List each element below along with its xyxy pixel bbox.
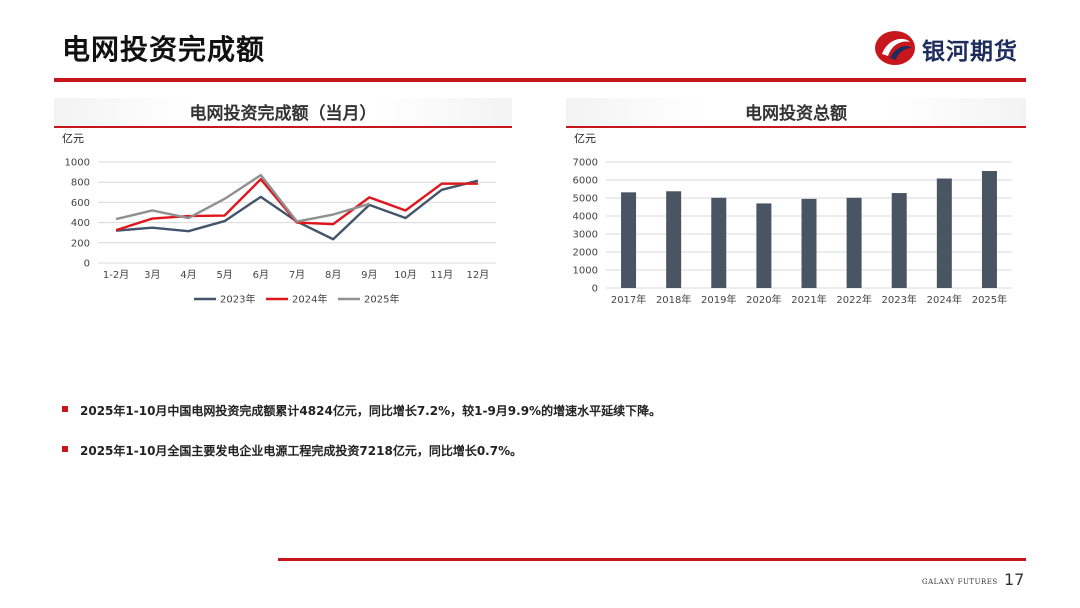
bullet-square-icon (62, 446, 68, 452)
total-grid-investment-bar-chart: 亿元 0 1000 2000 3000 4000 5000 6000 7000 2017年 201… (573, 132, 1012, 306)
bar-chart-x-tick-label: 2018年 (656, 293, 691, 306)
bar-chart-x-tick-label: 2023年 (881, 293, 916, 306)
legend-label: 2024年 (292, 293, 327, 306)
line-chart-x-tick-label: 6月 (253, 269, 269, 281)
bar-chart-y-tick-label: 1000 (573, 266, 598, 277)
bar-chart-x-tick-label: 2025年 (972, 293, 1007, 306)
line-chart-x-tick-label: 5月 (216, 269, 232, 281)
bar-chart-y-tick-label: 5000 (573, 194, 598, 205)
bar-chart-y-tick-label: 4000 (573, 212, 598, 223)
line-chart-y-tick-label: 400 (71, 218, 90, 229)
bar-chart-y-tick-label: 7000 (573, 158, 598, 169)
line-chart-x-tick-label: 10月 (394, 269, 417, 281)
bar-chart-y-tick-label: 3000 (573, 230, 598, 241)
bar-2018年 (666, 191, 682, 288)
bar-chart-x-tick-label: 2017年 (611, 293, 646, 306)
bar-chart-unit-label: 亿元 (574, 132, 596, 145)
legend-label: 2025年 (364, 293, 399, 306)
bar-2023年 (891, 193, 907, 288)
bar-2024年 (936, 178, 952, 288)
page-number: 17 (1004, 570, 1025, 589)
bar-chart-x-tick-label: 2020年 (746, 293, 781, 306)
company-logo: 银河期货 (874, 28, 1034, 68)
line-chart-x-tick-label: 11月 (430, 269, 453, 281)
bar-chart-x-tick-label: 2019年 (701, 293, 736, 306)
line-chart-x-tick-label: 1-2月 (103, 269, 129, 281)
bullet-square-icon (62, 406, 68, 412)
line-series-2023年 (115, 179, 479, 241)
bullet-item: 2025年1-10月中国电网投资完成额累计4824亿元，同比增长7.2%，较1-… (62, 402, 1022, 419)
line-chart-x-tick-label: 9月 (361, 269, 377, 281)
line-chart-x-tick-label: 3月 (144, 269, 160, 281)
bar-2020年 (756, 203, 772, 288)
bar-chart-title-rule (566, 126, 1026, 128)
line-chart-x-tick-label: 7月 (289, 269, 305, 281)
bar-chart-x-tick-label: 2021年 (791, 293, 826, 306)
bar-2022年 (846, 197, 862, 288)
legend-label: 2023年 (220, 293, 255, 306)
line-chart-y-tick-label: 600 (71, 198, 90, 209)
line-chart-y-tick-label: 800 (71, 178, 90, 189)
bar-chart-title: 电网投资总额 (745, 104, 847, 124)
line-chart-title-rule (54, 126, 512, 128)
line-chart-y-tick-label: 1000 (65, 158, 90, 169)
bullet-text: 2025年1-10月中国电网投资完成额累计4824亿元，同比增长7.2%，较1-… (80, 404, 662, 418)
monthly-grid-investment-line-chart: 亿元 0 200 400 600 800 1000 1-2月 3月 4月 5月 6月 7月 8月 9月 10… (62, 132, 496, 306)
bar-chart-y-tick-label: 6000 (573, 176, 598, 187)
bar-chart-x-tick-label: 2024年 (927, 293, 962, 306)
line-chart-title: 电网投资完成额（当月） (189, 104, 377, 124)
line-chart-x-tick-label: 8月 (325, 269, 341, 281)
line-chart-x-tick-label: 4月 (180, 269, 196, 281)
galaxy-logo-icon (875, 31, 915, 65)
page-title: 电网投资完成额 (62, 33, 266, 66)
bar-2021年 (801, 198, 817, 288)
logo-text: 银河期货 (922, 39, 1018, 65)
line-chart-unit-label: 亿元 (62, 132, 84, 145)
footer-brand: GALAXY FUTURES (922, 578, 998, 586)
summary-bullets: 2025年1-10月中国电网投资完成额累计4824亿元，同比增长7.2%，较1-… (62, 402, 1022, 482)
bar-2025年 (981, 171, 997, 288)
bar-2019年 (711, 197, 727, 288)
bullet-item: 2025年1-10月全国主要发电企业电源工程完成投资7218亿元，同比增长0.7… (62, 442, 1022, 459)
bar-2017年 (621, 192, 637, 288)
line-chart-x-tick-label: 12月 (467, 269, 490, 281)
line-chart-y-tick-label: 200 (71, 238, 90, 249)
bar-chart-x-tick-label: 2022年 (836, 293, 871, 306)
bar-chart-y-tick-label: 2000 (573, 248, 598, 259)
bar-chart-y-tick-label: 0 (592, 284, 598, 295)
bullet-text: 2025年1-10月全国主要发电企业电源工程完成投资7218亿元，同比增长0.7… (80, 444, 523, 458)
footer-divider (278, 558, 1026, 561)
line-chart-y-tick-label: 0 (84, 259, 90, 270)
header-divider (54, 78, 1026, 82)
